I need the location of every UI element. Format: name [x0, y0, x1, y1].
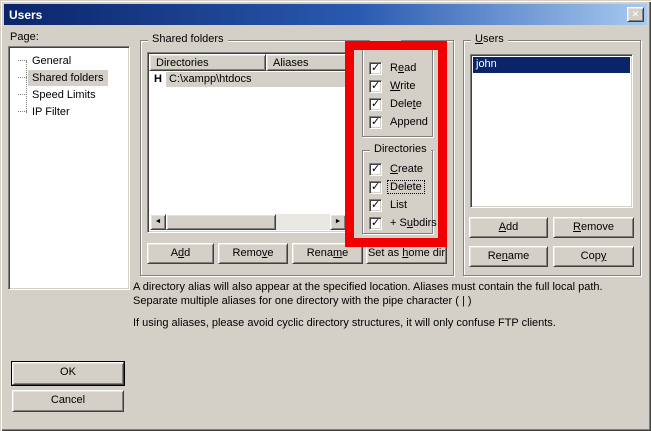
- button-label: R: [573, 221, 581, 233]
- button-label: A: [171, 247, 178, 259]
- files-group-label: Files: [370, 40, 401, 52]
- title-bar[interactable]: Users ✕: [4, 4, 647, 25]
- checkbox-checked-icon[interactable]: [369, 181, 382, 194]
- scroll-right-icon[interactable]: ►: [330, 214, 346, 230]
- checkbox-label: C: [390, 163, 398, 175]
- cancel-button[interactable]: Cancel: [12, 390, 124, 412]
- group-label-text: U: [475, 33, 483, 45]
- users-remove-button[interactable]: Remove: [553, 217, 634, 238]
- button-label: emove: [581, 221, 614, 233]
- directories-group-label: Directories: [370, 143, 431, 155]
- checkbox-label: bdirs: [413, 217, 437, 229]
- page-item-general[interactable]: General: [9, 52, 129, 69]
- directory-row[interactable]: H C:\xampp\htdocs: [150, 71, 346, 87]
- alias-note: A directory alias will also appear at th…: [133, 280, 641, 308]
- checkbox-label: + S: [390, 217, 407, 229]
- page-label: Page:: [10, 31, 39, 43]
- users-list[interactable]: john: [470, 54, 633, 208]
- directory-path: C:\xampp\htdocs: [166, 72, 346, 87]
- users-add-button[interactable]: Add: [469, 217, 548, 238]
- shared-add-button[interactable]: Add: [147, 243, 214, 264]
- shared-rename-button[interactable]: Rename: [292, 243, 363, 264]
- home-flag: H: [150, 73, 166, 85]
- group-label-text: sers: [483, 33, 504, 45]
- checkbox-label: reate: [398, 163, 423, 175]
- checkbox-checked-icon[interactable]: [369, 217, 382, 230]
- button-label: Re: [488, 250, 502, 262]
- checkbox-label: W: [390, 80, 400, 92]
- page-item-label-selected: Shared folders: [29, 71, 107, 85]
- button-label: Rena: [307, 247, 333, 259]
- checkbox-label: Dele: [390, 98, 413, 110]
- shared-remove-button[interactable]: Remove: [218, 243, 288, 264]
- checkbox-checked-icon[interactable]: [369, 116, 382, 129]
- button-label: Cop: [581, 250, 601, 262]
- tree-line: [26, 61, 27, 113]
- checkbox-checked-icon[interactable]: [369, 80, 382, 93]
- scroll-left-icon[interactable]: ◄: [150, 214, 166, 230]
- dirs-delete-checkbox[interactable]: Delete: [369, 180, 424, 194]
- page-list[interactable]: General Shared folders Speed Limits IP F…: [8, 46, 130, 290]
- close-icon[interactable]: ✕: [627, 7, 644, 22]
- cyclic-note: If using aliases, please avoid cyclic di…: [133, 316, 641, 330]
- scrollbar-thumb[interactable]: [166, 214, 276, 230]
- button-label: ome dir: [408, 247, 445, 259]
- page-item-label: IP Filter: [29, 105, 73, 119]
- horizontal-scrollbar[interactable]: ◄ ►: [150, 214, 346, 230]
- list-header: Directories Aliases: [149, 54, 347, 71]
- window-title: Users: [9, 8, 42, 22]
- button-label: dd: [506, 221, 518, 233]
- files-delete-checkbox[interactable]: Delete: [369, 97, 424, 111]
- button-label: m: [333, 247, 342, 259]
- files-read-checkbox[interactable]: Read: [369, 61, 418, 75]
- checkbox-label: ad: [404, 62, 416, 74]
- column-header-aliases[interactable]: Aliases: [266, 54, 347, 71]
- checkbox-checked-icon[interactable]: [369, 98, 382, 111]
- shared-folders-list[interactable]: Directories Aliases H C:\xampp\htdocs ◄ …: [147, 52, 349, 233]
- button-label: ame: [508, 250, 529, 262]
- button-label: Set as: [368, 247, 402, 259]
- checkbox-label: Delete: [390, 181, 422, 193]
- users-rename-button[interactable]: Rename: [469, 246, 548, 267]
- checkbox-label: Append: [390, 116, 428, 128]
- page-item-label: General: [29, 54, 74, 68]
- users-copy-button[interactable]: Copy: [553, 246, 634, 267]
- page-item-ip-filter[interactable]: IP Filter: [9, 103, 129, 120]
- checkbox-label: rite: [400, 80, 415, 92]
- checkbox-label: R: [390, 62, 398, 74]
- page-item-shared-folders[interactable]: Shared folders: [9, 69, 129, 86]
- page-item-speed-limits[interactable]: Speed Limits: [9, 86, 129, 103]
- shared-folders-group-label: Shared folders: [148, 33, 228, 45]
- dirs-subdirs-checkbox[interactable]: + Subdirs: [369, 216, 439, 230]
- files-write-checkbox[interactable]: Write: [369, 79, 417, 93]
- ok-button[interactable]: OK: [12, 362, 124, 385]
- button-label: e: [267, 247, 273, 259]
- set-as-home-dir-button[interactable]: Set as home dir: [366, 243, 447, 264]
- button-label: A: [499, 221, 506, 233]
- users-dialog: Users ✕ Page: General Shared folders Spe…: [0, 0, 651, 431]
- button-label: Remo: [233, 247, 262, 259]
- checkbox-checked-icon[interactable]: [369, 62, 382, 75]
- files-append-checkbox[interactable]: Append: [369, 115, 430, 129]
- checkbox-label: List: [390, 199, 407, 211]
- checkbox-checked-icon[interactable]: [369, 199, 382, 212]
- page-item-label: Speed Limits: [29, 88, 99, 102]
- button-label: d: [184, 247, 190, 259]
- checkbox-checked-icon[interactable]: [369, 163, 382, 176]
- dirs-create-checkbox[interactable]: Create: [369, 162, 425, 176]
- users-group-label: Users: [471, 33, 508, 45]
- button-label: y: [601, 250, 607, 262]
- button-label: e: [342, 247, 348, 259]
- checkbox-label: e: [416, 98, 422, 110]
- column-header-directories[interactable]: Directories: [149, 54, 266, 71]
- user-item-selected[interactable]: john: [473, 57, 630, 73]
- dirs-list-checkbox[interactable]: List: [369, 198, 409, 212]
